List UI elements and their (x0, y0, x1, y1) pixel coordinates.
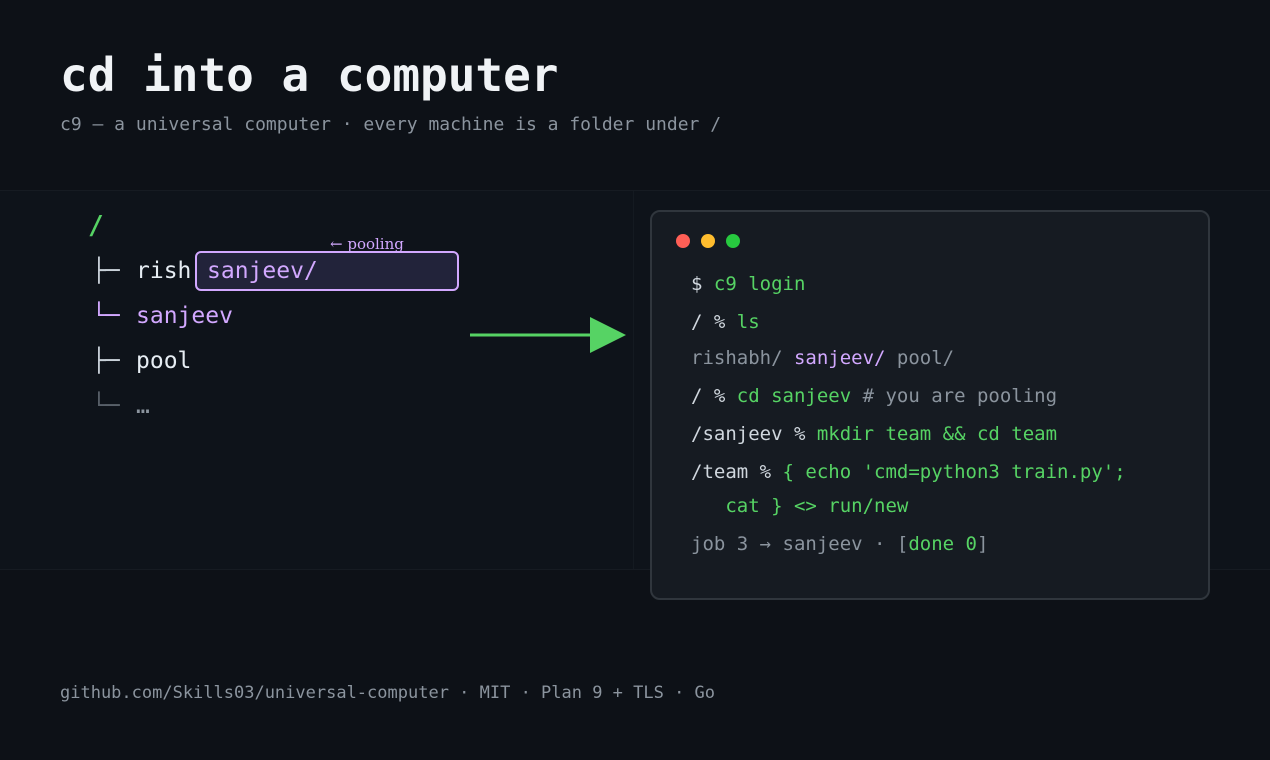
terminal-line: / % cd sanjeev # you are pooling (691, 382, 1057, 410)
terminal-command: { echo 'cmd=python3 train.py'; (782, 461, 1126, 483)
terminal-output-line: job 3 → sanjeev · [done 0] (691, 530, 988, 558)
page-title: cd into a computer (60, 48, 559, 102)
terminal-prompt: $ (691, 273, 714, 295)
terminal-output: job 3 → sanjeev · [ (691, 533, 909, 555)
terminal-status-done: done 0 (908, 533, 977, 555)
tree-item-label: rish (136, 258, 192, 284)
footer-credits: github.com/Skills03/universal-computer ·… (60, 683, 716, 703)
terminal-line: $ c9 login (691, 270, 805, 298)
minimize-dot-icon[interactable] (701, 234, 715, 248)
tree-item-sanjeev[interactable]: └─ sanjeev (92, 298, 233, 334)
tree-item-more[interactable]: └─ … (92, 388, 150, 424)
tree-branch-glyph: └─ (92, 303, 120, 329)
terminal-line: /sanjeev % mkdir team && cd team (691, 420, 1057, 448)
terminal-command: cd sanjeev (736, 385, 852, 407)
terminal-output: ] (976, 533, 989, 555)
terminal-line: /team % { echo 'cmd=python3 train.py'; (691, 458, 1126, 486)
tree-item-label: pool (136, 348, 192, 374)
tree-item-pool[interactable]: ├─ pool (92, 343, 191, 379)
terminal-command: c9 login (713, 273, 806, 295)
terminal-comment: # you are pooling (851, 385, 1058, 407)
terminal-output: pool/ (885, 347, 955, 369)
terminal-window[interactable]: $ c9 login / % ls rishabh/ sanjeev/ pool… (650, 210, 1210, 600)
terminal-prompt: / % (691, 311, 737, 333)
terminal-output-line: rishabh/ sanjeev/ pool/ (691, 344, 954, 372)
terminal-command: mkdir team && cd team (816, 423, 1058, 445)
maximize-dot-icon[interactable] (726, 234, 740, 248)
terminal-command: ls (736, 311, 760, 333)
terminal-command: cat } <> run/new (691, 495, 909, 517)
terminal-output: rishabh/ (691, 347, 794, 369)
tree-item-rish[interactable]: ├─ rish (92, 253, 191, 289)
terminal-output-highlight: sanjeev/ (793, 347, 886, 369)
tree-root[interactable]: / (88, 208, 104, 244)
terminal-line: cat } <> run/new (691, 492, 908, 520)
dragged-folder-chip[interactable]: sanjeev/ (195, 251, 459, 291)
terminal-prompt: /sanjeev % (691, 423, 817, 445)
right-arrow-icon (470, 317, 626, 353)
terminal-prompt: /team % (691, 461, 783, 483)
tree-branch-glyph: ├─ (92, 348, 120, 374)
tree-branch-glyph: └─ (92, 393, 120, 419)
tree-item-label: sanjeev (136, 303, 233, 329)
band-divider (633, 191, 634, 569)
close-dot-icon[interactable] (676, 234, 690, 248)
terminal-prompt: / % (691, 385, 737, 407)
tree-branch-glyph: ├─ (92, 258, 120, 284)
terminal-line: / % ls (691, 308, 760, 336)
page-subtitle: c9 — a universal computer · every machin… (60, 114, 722, 135)
tree-item-label: … (136, 393, 150, 419)
